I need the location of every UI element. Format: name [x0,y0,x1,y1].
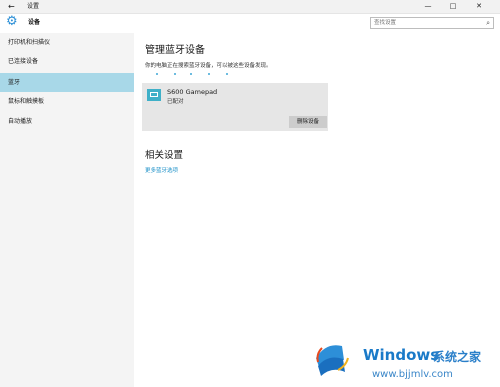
progress-dot [174,73,176,75]
bluetooth-status-text: 你的电脑正在搜索蓝牙设备，可以被这些设备发现。 [145,63,272,69]
gamepad-icon [147,89,161,101]
main-content: 管理蓝牙设备 你的电脑正在搜索蓝牙设备，可以被这些设备发现。 S600 Game… [134,33,500,387]
section-title-manage-bluetooth: 管理蓝牙设备 [145,45,205,56]
progress-dot [190,73,192,75]
more-bluetooth-options-link[interactable]: 更多蓝牙选项 [145,166,178,174]
title-bar: ← 设置 — □ ✕ [0,0,500,14]
sidebar-item-mouse-touchpad[interactable]: 鼠标和触摸板 [0,92,134,111]
minimize-button[interactable]: — [419,0,437,13]
sidebar: 打印机和扫描仪 已连接设备 蓝牙 鼠标和触摸板 自动播放 [0,33,134,387]
device-card[interactable]: S600 Gamepad 已配对 删除设备 [142,83,328,131]
device-name: S600 Gamepad [167,88,218,96]
remove-device-button[interactable]: 删除设备 [289,116,327,128]
gear-icon: ⚙ [6,14,18,29]
watermark-url: www.bjjmlv.com [372,369,453,380]
back-arrow-icon[interactable]: ← [8,0,15,13]
watermark-brand: Windows [363,346,440,364]
searching-progress-dots [156,73,246,76]
window-title: 设置 [27,3,40,10]
search-box[interactable]: ⌕ [370,17,494,29]
sidebar-item-printers[interactable]: 打印机和扫描仪 [0,33,134,52]
section-title-related-settings: 相关设置 [145,150,184,161]
search-input[interactable] [371,18,479,28]
sidebar-item-bluetooth[interactable]: 蓝牙 [0,73,134,92]
page-title: 设备 [28,19,41,26]
progress-dot [226,73,228,75]
progress-dot [156,73,158,75]
maximize-button[interactable]: □ [444,0,462,13]
sidebar-item-autoplay[interactable]: 自动播放 [0,112,134,131]
close-button[interactable]: ✕ [470,0,488,13]
watermark-cn: 系统之家 [433,350,482,364]
device-status: 已配对 [167,99,184,105]
windows-logo-icon [316,345,349,376]
search-icon[interactable]: ⌕ [486,18,490,28]
progress-dot [208,73,210,75]
sidebar-item-connected-devices[interactable]: 已连接设备 [0,52,134,71]
